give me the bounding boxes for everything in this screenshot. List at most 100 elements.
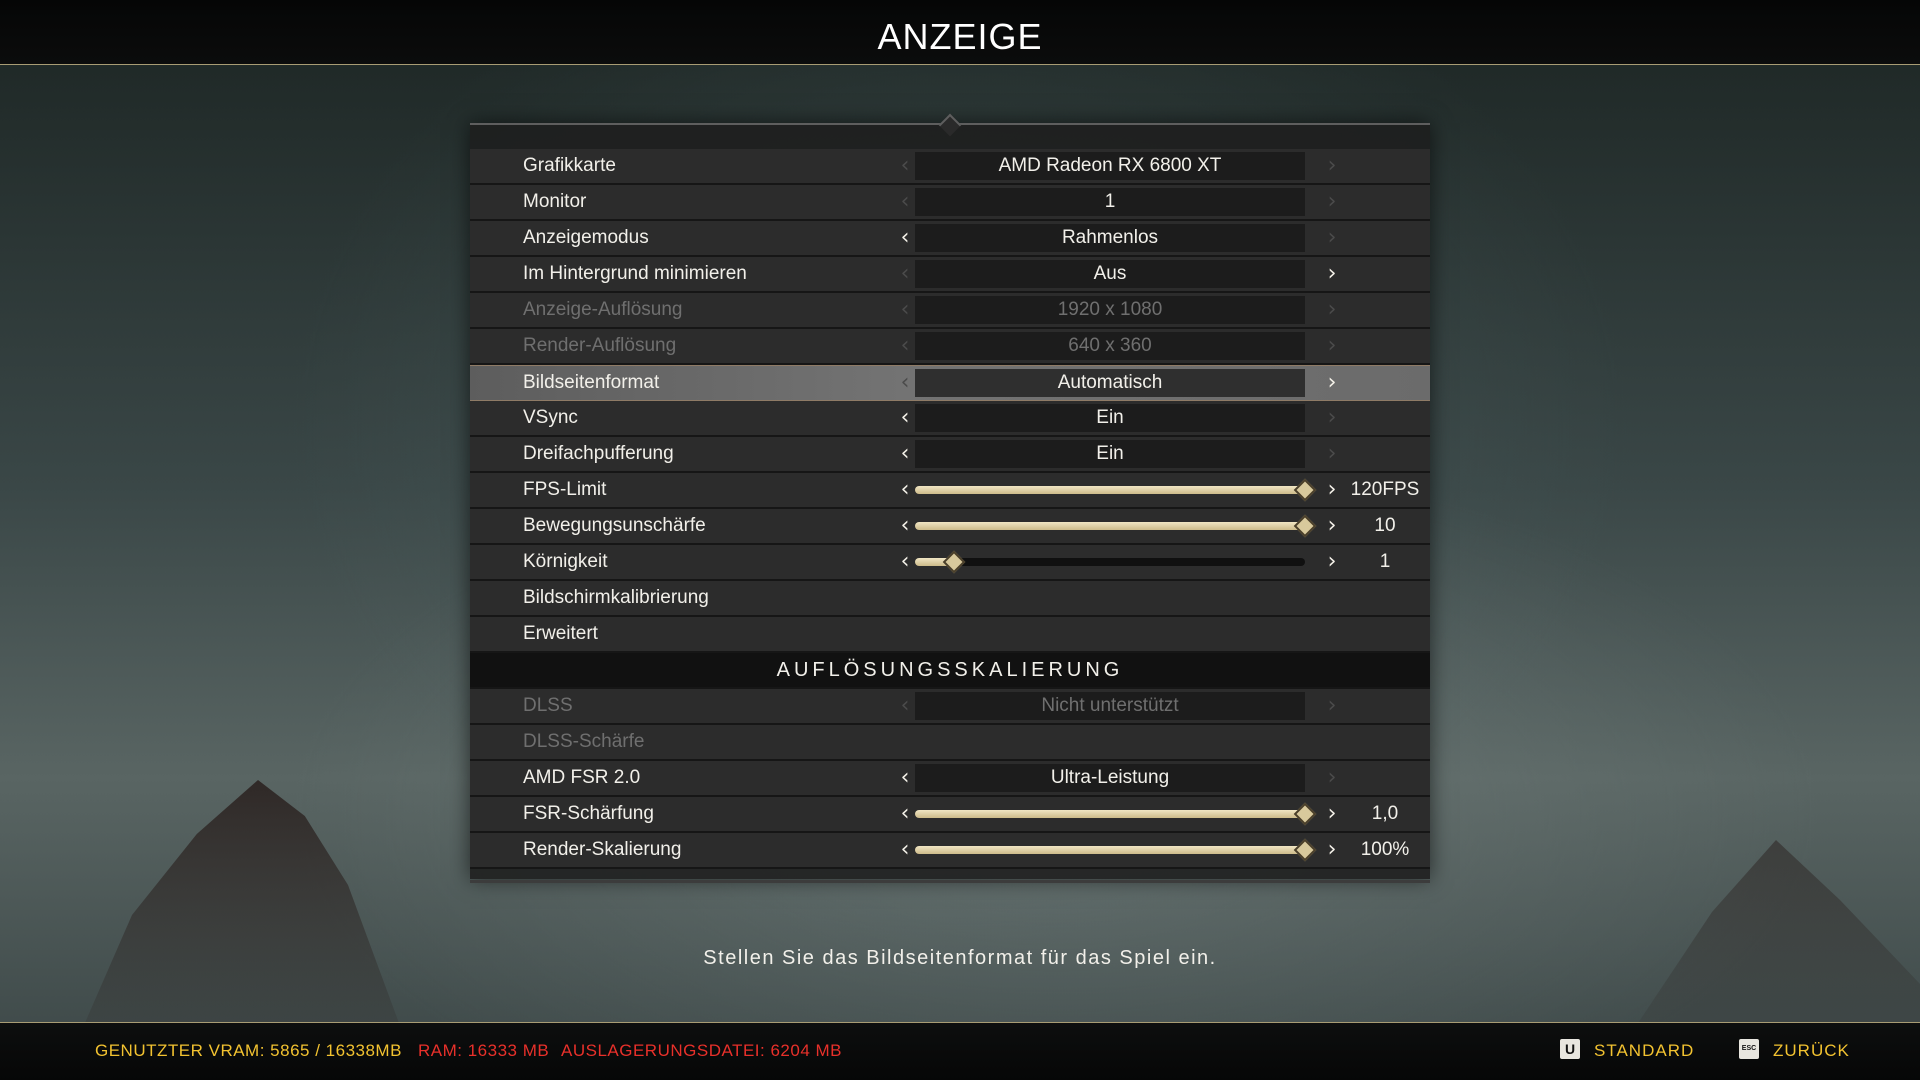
setting-row-bildseitenformat[interactable]: Bildseitenformat ‹ Automatisch › xyxy=(470,365,1430,401)
setting-row-render-skalierung[interactable]: Render-Skalierung ‹ › 100% xyxy=(470,833,1430,869)
film-grain-slider[interactable] xyxy=(915,550,1305,574)
setting-row-hintergrund-minimieren[interactable]: Im Hintergrund minimieren ‹ Aus › xyxy=(470,257,1430,293)
chevron-right-icon[interactable]: › xyxy=(1322,441,1342,467)
slider-thumb[interactable] xyxy=(1293,514,1317,538)
chevron-right-icon[interactable]: › xyxy=(1322,225,1342,251)
setting-label: FPS-Limit xyxy=(523,479,607,500)
chevron-right-icon[interactable]: › xyxy=(1322,189,1342,215)
setting-row-erweitert[interactable]: Erweitert xyxy=(470,617,1430,653)
chevron-right-icon[interactable]: › xyxy=(1322,477,1342,503)
chevron-left-icon: ‹ xyxy=(900,297,910,322)
setting-label: Dreifachpufferung xyxy=(523,443,674,464)
setting-label: Im Hintergrund minimieren xyxy=(523,263,747,284)
setting-label: Monitor xyxy=(523,191,587,212)
chevron-left-icon[interactable]: ‹ xyxy=(895,765,915,791)
setting-value: Aus xyxy=(915,260,1305,288)
setting-value: Nicht unterstützt xyxy=(915,692,1305,720)
setting-label: Bewegungsunschärfe xyxy=(523,515,706,536)
setting-label: Render-Skalierung xyxy=(523,839,682,860)
slider-thumb[interactable] xyxy=(1293,802,1317,826)
setting-label: Render-Auflösung xyxy=(523,335,677,356)
chevron-right-icon[interactable]: › xyxy=(1322,801,1342,827)
settings-panel: Grafikkarte ‹ AMD Radeon RX 6800 XT › Mo… xyxy=(470,113,1430,883)
setting-row-anzeigemodus[interactable]: Anzeigemodus ‹ Rahmenlos › xyxy=(470,221,1430,257)
setting-row-amd-fsr[interactable]: AMD FSR 2.0 ‹ Ultra-Leistung › xyxy=(470,761,1430,797)
setting-label: FSR-Schärfung xyxy=(523,803,654,824)
chevron-left-icon[interactable]: ‹ xyxy=(895,513,915,539)
vram-usage: GENUTZTER VRAM: 5865 / 16338MB xyxy=(95,1041,402,1060)
chevron-right-icon: › xyxy=(1327,333,1337,358)
slider-thumb[interactable] xyxy=(1293,838,1317,862)
render-scale-slider[interactable] xyxy=(915,838,1317,862)
chevron-left-icon[interactable]: ‹ xyxy=(895,405,915,431)
setting-row-anzeige-aufloesung: Anzeige-Auflösung ‹ 1920 x 1080 › xyxy=(470,293,1430,329)
chevron-right-icon[interactable]: › xyxy=(1322,549,1342,575)
slider-value: 120FPS xyxy=(1350,479,1420,500)
setting-label: Anzeige-Auflösung xyxy=(523,299,683,320)
chevron-left-icon[interactable]: ‹ xyxy=(895,189,915,215)
setting-description: Stellen Sie das Bildseitenformat für das… xyxy=(703,947,1217,969)
chevron-left-icon[interactable]: ‹ xyxy=(895,477,915,503)
slider-value: 100% xyxy=(1360,839,1410,860)
setting-row-bewegungsunschaerfe[interactable]: Bewegungsunschärfe ‹ › 10 xyxy=(470,509,1430,545)
chevron-left-icon[interactable]: ‹ xyxy=(895,225,915,251)
chevron-right-icon[interactable]: › xyxy=(1322,837,1342,863)
setting-row-bildschirmkalibrierung[interactable]: Bildschirmkalibrierung xyxy=(470,581,1430,617)
swap-usage: AUSLAGERUNGSDATEI: 6204 MB xyxy=(561,1041,842,1060)
setting-row-koernigkeit[interactable]: Körnigkeit ‹ › 1 xyxy=(470,545,1430,581)
setting-row-fsr-schaerfung[interactable]: FSR-Schärfung ‹ › 1,0 xyxy=(470,797,1430,833)
panel-notch xyxy=(938,113,962,137)
chevron-left-icon[interactable]: ‹ xyxy=(895,370,915,396)
setting-value: 640 x 360 xyxy=(915,332,1305,360)
chevron-right-icon[interactable]: › xyxy=(1322,370,1342,396)
setting-row-monitor[interactable]: Monitor ‹ 1 › xyxy=(470,185,1430,221)
fsr-sharpening-slider[interactable] xyxy=(915,802,1317,826)
slider-thumb[interactable] xyxy=(1293,478,1317,502)
setting-row-dlss-schaerfe: DLSS-Schärfe xyxy=(470,725,1430,761)
chevron-right-icon[interactable]: › xyxy=(1322,513,1342,539)
standard-button[interactable]: STANDARD xyxy=(1594,1041,1694,1061)
chevron-left-icon[interactable]: ‹ xyxy=(895,801,915,827)
setting-row-grafikkarte[interactable]: Grafikkarte ‹ AMD Radeon RX 6800 XT › xyxy=(470,149,1430,185)
chevron-left-icon[interactable]: ‹ xyxy=(895,549,915,575)
back-button[interactable]: ZURÜCK xyxy=(1773,1041,1850,1061)
setting-label: Körnigkeit xyxy=(523,551,608,572)
chevron-left-icon[interactable]: ‹ xyxy=(895,153,915,179)
section-header-aufloesungsskalierung: AUFLÖSUNGSSKALIERUNG xyxy=(470,653,1430,689)
header-bar: ANZEIGE xyxy=(0,0,1920,65)
setting-value: Rahmenlos xyxy=(915,224,1305,252)
chevron-right-icon[interactable]: › xyxy=(1322,765,1342,791)
setting-row-dlss: DLSS ‹ Nicht unterstützt › xyxy=(470,689,1430,725)
setting-label: Bildschirmkalibrierung xyxy=(523,587,709,608)
chevron-left-icon[interactable]: ‹ xyxy=(895,261,915,287)
chevron-left-icon[interactable]: ‹ xyxy=(895,837,915,863)
slider-fill xyxy=(915,846,1305,854)
esc-key-icon: ESC xyxy=(1739,1039,1759,1059)
setting-label: DLSS-Schärfe xyxy=(523,731,645,752)
setting-value: Ein xyxy=(915,440,1305,468)
chevron-right-icon: › xyxy=(1327,297,1337,322)
setting-label: AMD FSR 2.0 xyxy=(523,767,641,788)
fps-limit-slider[interactable] xyxy=(915,478,1317,502)
setting-label: VSync xyxy=(523,407,578,428)
footer-bar: GENUTZTER VRAM: 5865 / 16338MB RAM: 1633… xyxy=(0,1022,1920,1080)
motion-blur-slider[interactable] xyxy=(915,514,1317,538)
chevron-right-icon[interactable]: › xyxy=(1322,405,1342,431)
slider-value: 1,0 xyxy=(1371,803,1399,824)
setting-value: Ein xyxy=(915,404,1305,432)
slider-fill xyxy=(915,486,1305,494)
setting-row-vsync[interactable]: VSync ‹ Ein › xyxy=(470,401,1430,437)
chevron-left-icon[interactable]: ‹ xyxy=(895,441,915,467)
setting-label: Grafikkarte xyxy=(523,155,616,176)
setting-value: Automatisch xyxy=(915,369,1305,397)
setting-row-dreifachpufferung[interactable]: Dreifachpufferung ‹ Ein › xyxy=(470,437,1430,473)
slider-thumb[interactable] xyxy=(942,550,966,574)
chevron-right-icon[interactable]: › xyxy=(1322,153,1342,179)
setting-value: 1 xyxy=(915,188,1305,216)
slider-value: 1 xyxy=(1379,551,1391,572)
setting-value: Ultra-Leistung xyxy=(915,764,1305,792)
chevron-right-icon[interactable]: › xyxy=(1322,261,1342,287)
setting-label: DLSS xyxy=(523,695,573,716)
ram-usage: RAM: 16333 MB xyxy=(418,1041,550,1060)
setting-row-fps-limit[interactable]: FPS-Limit ‹ › 120FPS xyxy=(470,473,1430,509)
